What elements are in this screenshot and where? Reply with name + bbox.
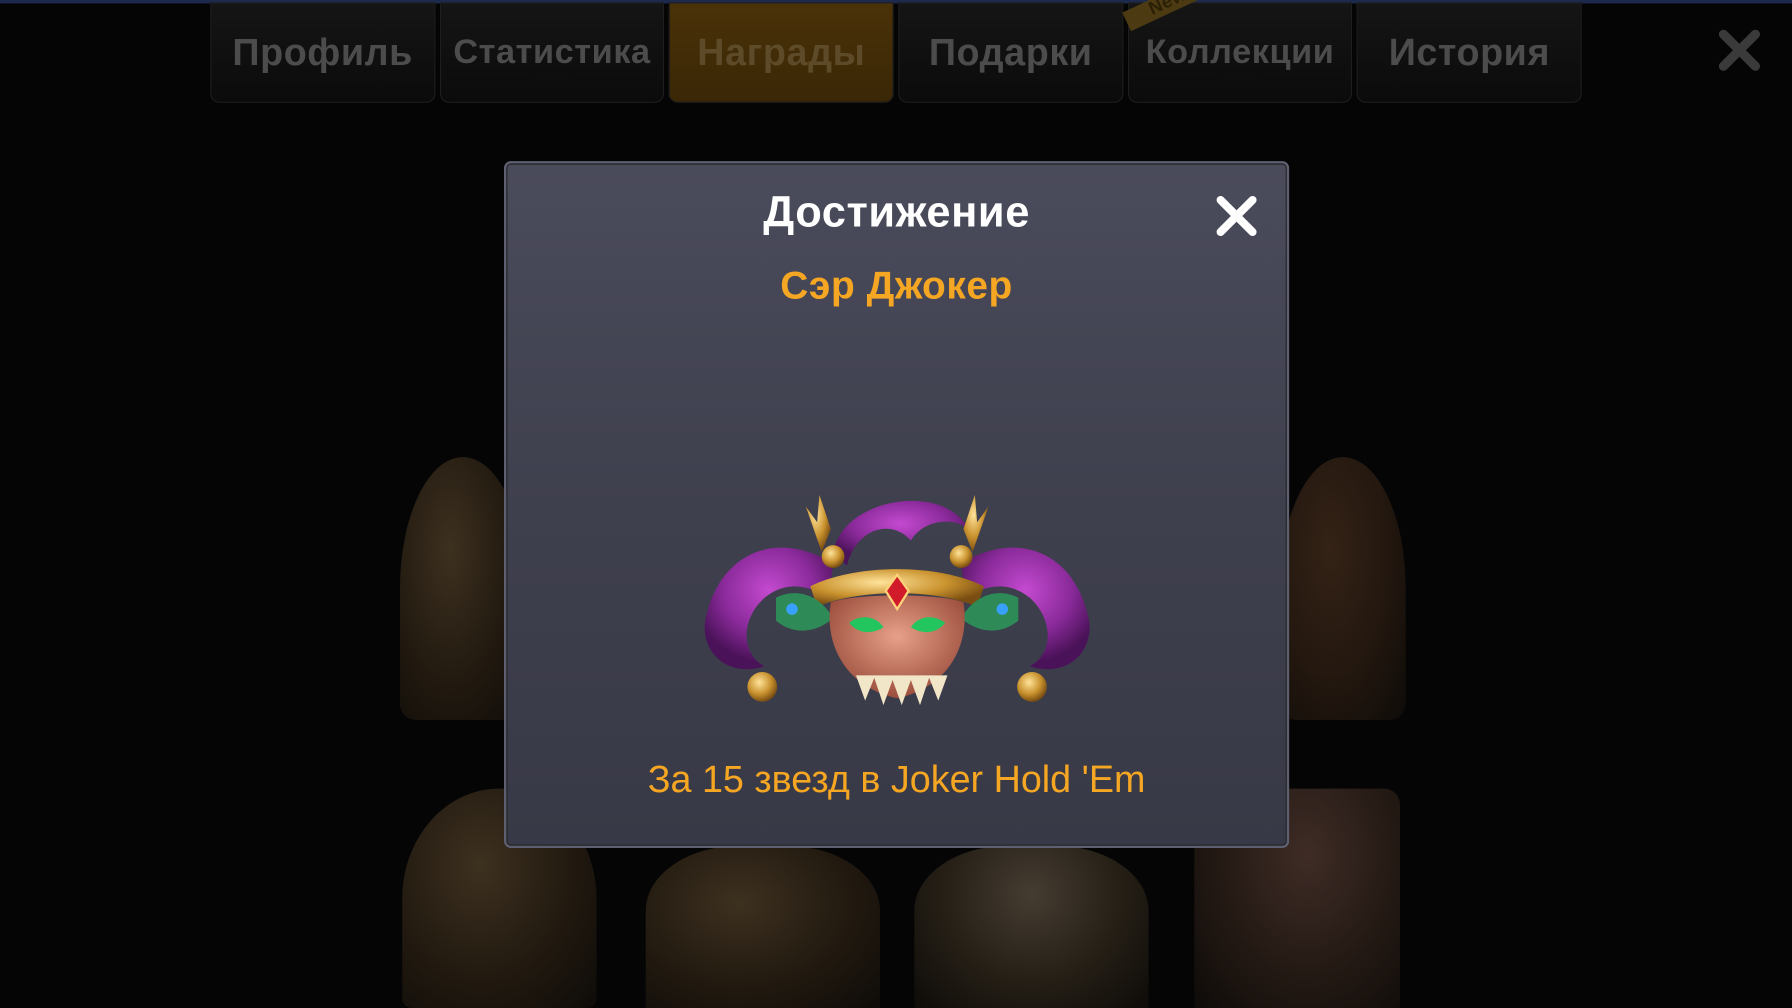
- achievement-dialog: Достижение Сэр Джокер За 15 звезд в Joke…: [503, 161, 1290, 848]
- tab-label: Подарки: [928, 30, 1093, 74]
- tab-label: Награды: [697, 30, 866, 74]
- new-badge: New: [1121, 0, 1214, 32]
- tab-profile[interactable]: Профиль: [210, 2, 436, 103]
- tab-label: История: [1388, 30, 1551, 74]
- tab-history[interactable]: История: [1356, 2, 1582, 103]
- tab-label: Статистика: [453, 33, 651, 71]
- tab-label: Профиль: [232, 30, 413, 74]
- tab-collections[interactable]: New Коллекции: [1121, 0, 1353, 103]
- trophy-cup[interactable]: [645, 845, 880, 1008]
- trophy-venetian-mask[interactable]: [914, 845, 1149, 1008]
- tab-statistics[interactable]: Статистика: [439, 2, 665, 103]
- tab-label: Коллекции: [1145, 33, 1335, 71]
- achievement-description: За 15 звезд в Joker Hold 'Em: [647, 757, 1146, 800]
- dialog-title: Достижение: [763, 188, 1030, 237]
- close-icon[interactable]: [1214, 193, 1260, 239]
- close-icon[interactable]: [1717, 27, 1763, 73]
- trophy-mask[interactable]: [1279, 457, 1406, 720]
- achievement-name: Сэр Джокер: [780, 263, 1013, 308]
- tab-gifts[interactable]: Подарки: [898, 2, 1124, 103]
- tab-awards[interactable]: Награды: [668, 2, 894, 103]
- jester-dragon-mask-icon: [696, 483, 1098, 723]
- game-screen: Профиль Статистика Награды Подарки New К…: [0, 0, 1792, 1008]
- tab-bar: Профиль Статистика Награды Подарки New К…: [210, 0, 1582, 103]
